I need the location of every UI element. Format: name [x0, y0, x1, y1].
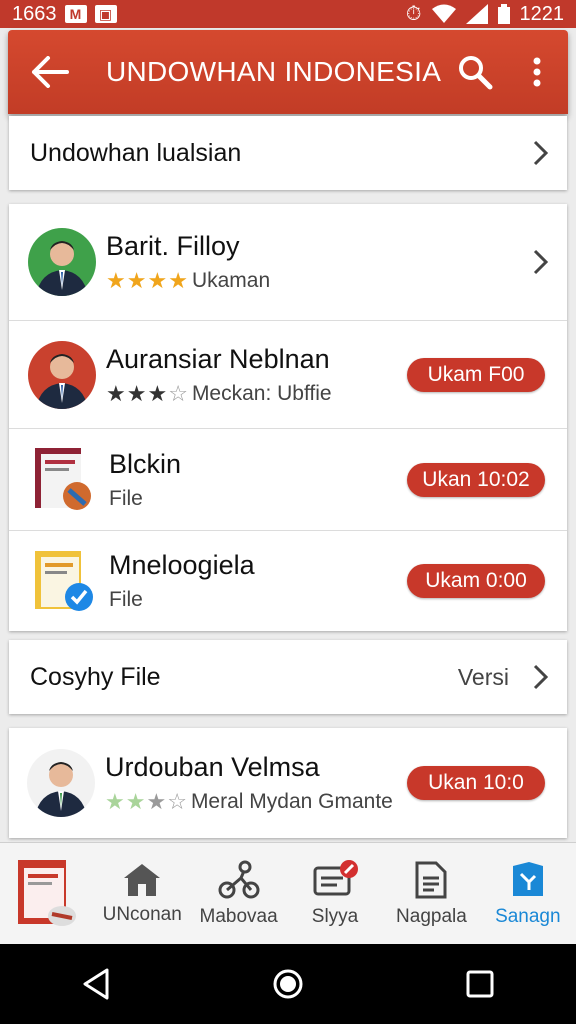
avatar	[28, 340, 96, 409]
time-pill-button[interactable]: Ukam 0:00	[407, 563, 545, 598]
list-item[interactable]: Auransiar Neblnan ★ ★ ★ ☆ Meckan: Ubffie Uk…	[9, 320, 567, 428]
nav-item-home[interactable]: UNconan	[94, 843, 190, 944]
list-item[interactable]: Blckin File Ukan 10:02	[9, 428, 567, 530]
star-icon: ★	[106, 268, 126, 293]
search-button[interactable]	[444, 30, 506, 114]
photo-icon: ▣	[94, 5, 117, 23]
app-thumbnail[interactable]	[0, 843, 94, 944]
search-icon	[459, 56, 493, 90]
share-icon	[218, 860, 260, 898]
document-icon	[415, 861, 447, 898]
star-half-icon: ★	[168, 268, 188, 293]
rating-stars: ★ ★ ★ ★	[106, 270, 188, 292]
file-thumbnail	[31, 547, 99, 615]
chevron-right-icon	[533, 140, 549, 166]
rating-stars: ★ ★ ★ ☆	[105, 791, 187, 813]
item-title: Mneloogiela	[109, 549, 255, 580]
nav-item-documents[interactable]: Nagpala	[383, 843, 479, 944]
star-icon: ★	[147, 268, 168, 293]
time-pill-button[interactable]: Ukan 10:02	[407, 462, 545, 497]
arrow-left-icon	[32, 56, 69, 88]
message-icon	[313, 859, 359, 895]
item-subtitle: Meral Mydan Gmante	[190, 790, 393, 813]
item-subtitle: Ukaman	[191, 269, 271, 292]
home-icon	[124, 863, 161, 896]
item-subtitle: Meckan: Ubffie	[191, 381, 332, 405]
more-options-button[interactable]	[506, 30, 568, 114]
item-title: Barit. Filloy	[106, 231, 240, 261]
file-row-label: Cosyhy File	[30, 662, 161, 691]
star-icon: ★	[126, 380, 147, 406]
file-row-value: Versi	[457, 663, 509, 690]
chevron-right-icon	[533, 249, 549, 275]
avatar	[27, 749, 95, 817]
file-row-card[interactable]: Cosyhy File Versi	[9, 640, 567, 714]
nav-item-bookmark[interactable]: Sanagn	[480, 843, 576, 944]
star-outline-icon: ☆	[167, 789, 187, 814]
chevron-right-icon	[533, 664, 549, 690]
bottom-navigation: UNconan Mabovaa Slyya Nagpala Sanagn	[0, 842, 576, 944]
items-list-card: Barit. Filloy ★ ★ ★ ★ Ukaman Auransiar Nebl…	[9, 204, 567, 631]
star-icon: ★	[105, 789, 125, 814]
recents-square-icon[interactable]	[465, 969, 495, 999]
list-item[interactable]: Barit. Filloy ★ ★ ★ ★ Ukaman	[9, 204, 567, 320]
back-triangle-icon[interactable]	[81, 967, 111, 1001]
rating-stars: ★ ★ ★ ☆	[106, 380, 188, 406]
item-subtitle: File	[109, 587, 143, 611]
list-item[interactable]: Urdouban Velmsa ★ ★ ★ ☆ Meral Mydan Gmante …	[9, 728, 567, 838]
app-bar: UNDOWHAN INDONESIA	[8, 30, 568, 114]
file-thumbnail	[31, 446, 99, 514]
status-time-left: 1663	[12, 2, 57, 25]
star-outline-icon: ☆	[168, 380, 188, 406]
status-bar: 1663 M ▣ ⏱ 1221	[0, 0, 576, 28]
section-header-label: Undowhan lualsian	[30, 138, 242, 167]
alarm-icon: ⏱	[405, 2, 422, 25]
battery-icon	[497, 4, 510, 24]
back-button[interactable]	[8, 30, 92, 114]
gmail-icon: M	[64, 5, 87, 23]
featured-item-card: Urdouban Velmsa ★ ★ ★ ☆ Meral Mydan Gmante …	[9, 728, 567, 838]
time-pill-button[interactable]: Ukan 10:0	[407, 766, 545, 800]
list-item[interactable]: Mneloogiela File Ukam 0:00	[9, 530, 567, 630]
item-subtitle: File	[109, 486, 143, 510]
item-title: Auransiar Neblnan	[106, 343, 330, 374]
wifi-icon	[431, 4, 456, 23]
nav-item-share[interactable]: Mabovaa	[190, 843, 286, 944]
star-icon: ★	[147, 380, 168, 406]
star-icon: ★	[125, 789, 146, 814]
time-pill-button[interactable]: Ukam F00	[407, 357, 545, 392]
home-circle-icon[interactable]	[272, 968, 304, 1000]
avatar	[28, 228, 96, 296]
item-title: Blckin	[109, 448, 182, 479]
star-icon: ★	[106, 380, 126, 406]
status-time-right: 1221	[519, 2, 565, 25]
star-icon: ★	[126, 268, 147, 293]
star-icon: ★	[146, 789, 167, 814]
item-title: Urdouban Velmsa	[105, 752, 320, 782]
bookmark-icon	[512, 861, 543, 896]
signal-icon	[465, 4, 488, 24]
page-title: UNDOWHAN INDONESIA	[106, 56, 442, 87]
more-vert-icon	[533, 57, 541, 87]
section-header-card[interactable]: Undowhan lualsian	[9, 116, 567, 190]
book-icon	[18, 859, 76, 926]
system-navigation-bar	[0, 944, 576, 1024]
nav-item-messages[interactable]: Slyya	[287, 843, 383, 944]
